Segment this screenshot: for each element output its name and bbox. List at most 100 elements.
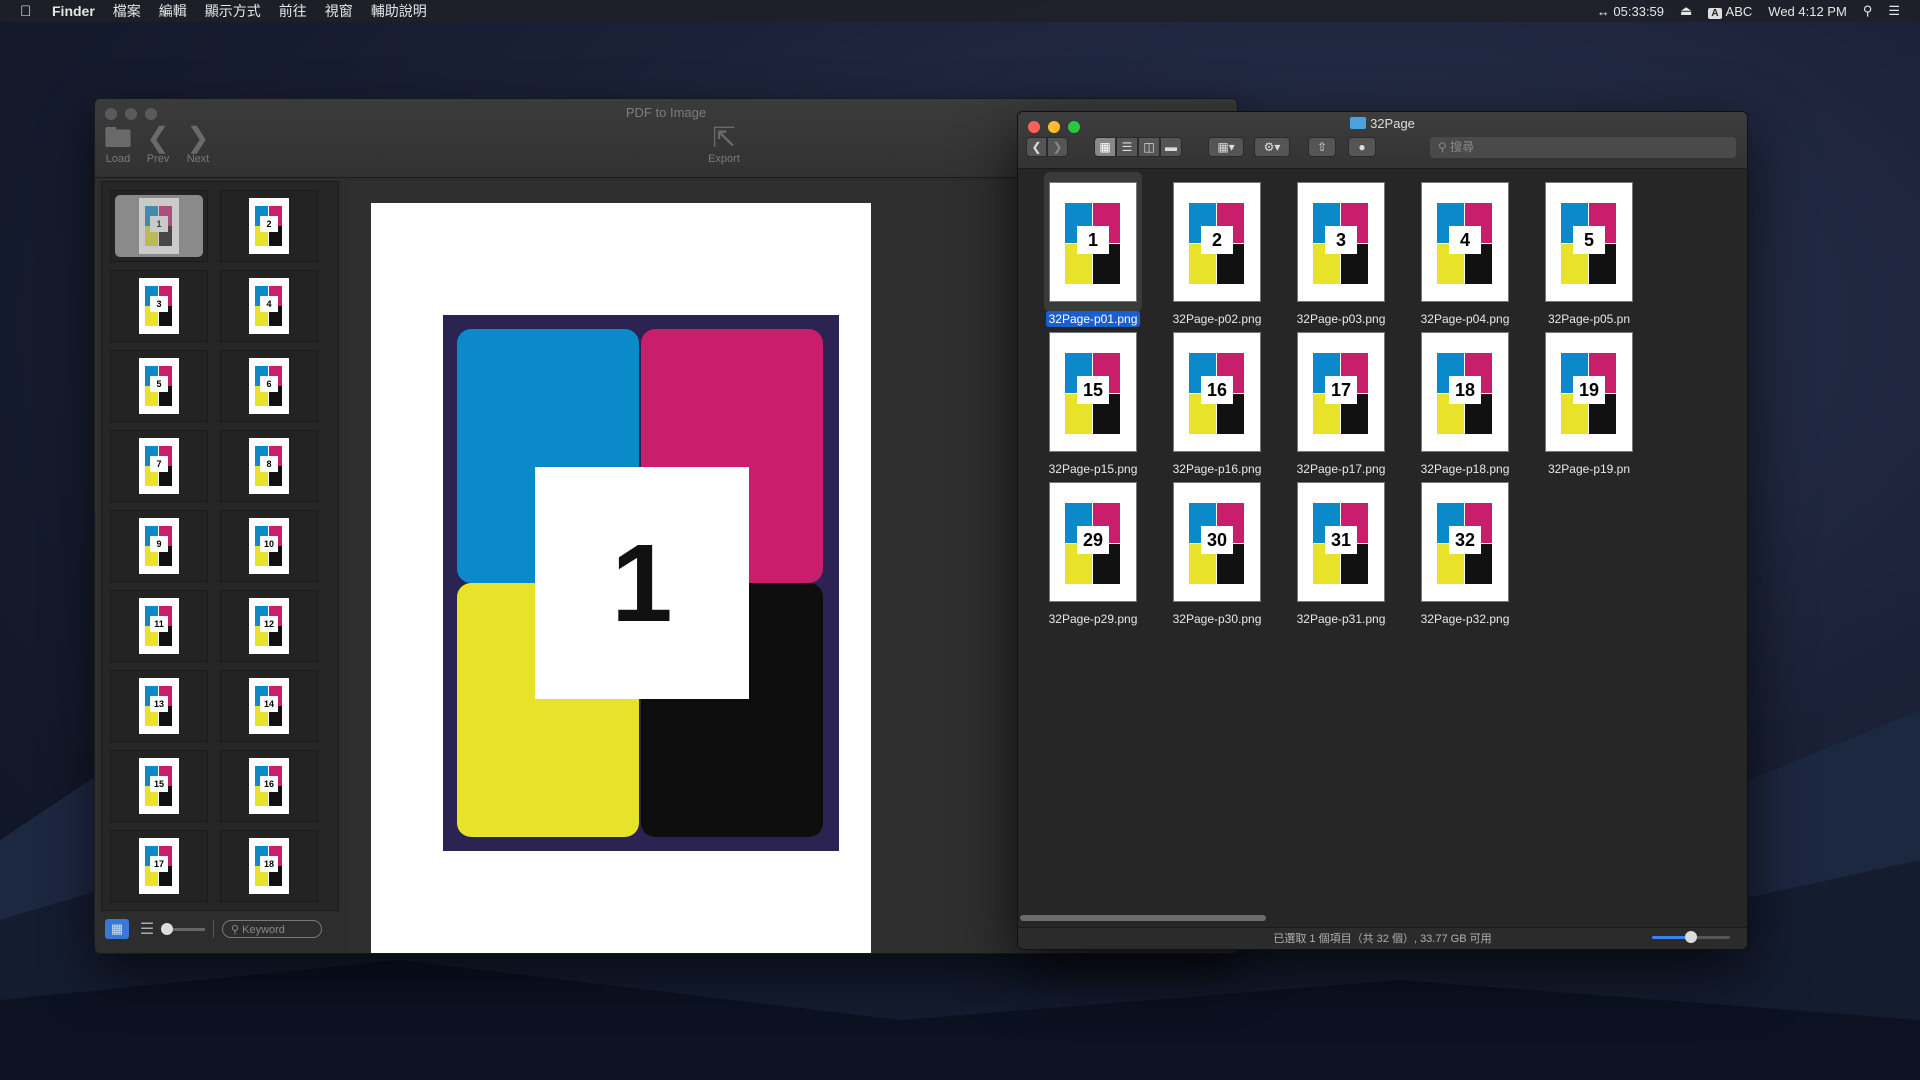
file-thumbnail: 1: [1044, 172, 1142, 312]
file-thumbnail: 15: [1044, 322, 1142, 462]
file-item[interactable]: 19 32Page-p19.pn: [1514, 320, 1664, 476]
list-view-button[interactable]: ☰: [1116, 137, 1138, 157]
file-page-number: 31: [1325, 526, 1357, 554]
file-page-number: 2: [1201, 226, 1233, 254]
file-name-text: 32Page-p19.pn: [1547, 462, 1631, 476]
menu-window[interactable]: 視窗: [325, 1, 353, 21]
menubar-clock[interactable]: Wed 4:12 PM: [1768, 4, 1847, 19]
share-button[interactable]: ⇧: [1308, 137, 1336, 157]
file-item[interactable]: 32 32Page-p32.png: [1390, 470, 1540, 626]
finder-search-field[interactable]: ⚲ 搜尋: [1430, 137, 1736, 158]
icon-grid-icon: ▦: [1099, 140, 1111, 154]
file-item[interactable]: 5 32Page-p05.pn: [1514, 170, 1664, 326]
png-preview-icon: 16: [1173, 332, 1261, 452]
input-source-label: ABC: [1725, 3, 1753, 19]
page-thumbnail-image: 10: [249, 518, 289, 574]
page-preview: 1: [371, 203, 871, 953]
page-thumbnail[interactable]: 7: [110, 430, 208, 502]
png-preview-icon: 31: [1297, 482, 1385, 602]
menu-go[interactable]: 前往: [279, 1, 307, 21]
file-page-number: 15: [1077, 376, 1109, 404]
page-thumbnail[interactable]: 2: [220, 190, 318, 262]
menu-view[interactable]: 顯示方式: [205, 1, 261, 21]
next-button[interactable]: ❯ Next: [175, 123, 221, 166]
eject-icon[interactable]: ⏏: [1680, 3, 1692, 19]
thumbnail-frame: 18: [225, 835, 313, 897]
thumbnail-number: 3: [150, 296, 168, 312]
menu-file[interactable]: 檔案: [113, 1, 141, 21]
png-preview-icon: 5: [1545, 182, 1633, 302]
window-title: 32Page: [1018, 116, 1747, 131]
share-button-wrap: ⇧: [1308, 137, 1336, 157]
gallery-view-button[interactable]: ▬: [1160, 137, 1182, 157]
page-thumbnail[interactable]: 6: [220, 350, 318, 422]
page-thumbnail-image: 3: [139, 278, 179, 334]
page-thumbnail[interactable]: 17: [110, 830, 208, 902]
icon-size-slider[interactable]: [1652, 931, 1730, 943]
keyword-placeholder: Keyword: [242, 924, 285, 936]
page-thumbnail[interactable]: 18: [220, 830, 318, 902]
page-thumbnail[interactable]: 9: [110, 510, 208, 582]
page-thumbnail[interactable]: 8: [220, 430, 318, 502]
png-preview-icon: 1: [1049, 182, 1137, 302]
page-thumbnail[interactable]: 4: [220, 270, 318, 342]
thumbnail-number: 12: [260, 616, 278, 632]
thumbnail-number: 18: [260, 856, 278, 872]
png-preview-icon: 4: [1421, 182, 1509, 302]
finder-icon-grid[interactable]: 1 32Page-p01.png 2 32Page-p02.png 3 32Page-p0…: [1018, 170, 1747, 910]
remote-arrows-icon: ↔: [1596, 3, 1610, 19]
page-thumbnail[interactable]: 14: [220, 670, 318, 742]
page-thumbnail-image: 9: [139, 518, 179, 574]
back-button[interactable]: ❮: [1026, 137, 1047, 157]
group-by-button[interactable]: ▦▾: [1208, 137, 1244, 157]
page-thumbnail[interactable]: 5: [110, 350, 208, 422]
group-button-wrap: ▦▾: [1208, 137, 1244, 157]
menu-edit[interactable]: 編輯: [159, 1, 187, 21]
thumbnail-number: 10: [260, 536, 278, 552]
tag-button-wrap: ●: [1348, 137, 1376, 157]
file-page-number: 3: [1325, 226, 1357, 254]
export-button[interactable]: ⇱ Export: [701, 123, 747, 166]
page-thumbnail[interactable]: 16: [220, 750, 318, 822]
page-thumbnail[interactable]: 1: [110, 190, 208, 262]
png-preview-icon: 3: [1297, 182, 1385, 302]
forward-button[interactable]: ❯: [1047, 137, 1068, 157]
png-preview-icon: 2: [1173, 182, 1261, 302]
grid-view-icon[interactable]: ▦: [105, 919, 129, 939]
file-page-number: 17: [1325, 376, 1357, 404]
input-source-menu[interactable]: A ABC: [1708, 4, 1752, 19]
menu-bar:  Finder 檔案 編輯 顯示方式 前往 視窗 輔助說明 ↔ 05:33:5…: [0, 0, 1920, 22]
timer-status[interactable]: ↔ 05:33:59: [1597, 4, 1664, 19]
icon-view-button[interactable]: ▦: [1094, 137, 1116, 157]
page-thumbnail[interactable]: 12: [220, 590, 318, 662]
thumbnail-sidebar[interactable]: 1 2 3 4 5 6 7 8 9 10 11 12 13 14 15 16 17 18: [101, 181, 339, 911]
file-page-number: 1: [1077, 226, 1109, 254]
thumbnail-frame: 17: [115, 835, 203, 897]
menu-app-finder[interactable]: Finder: [52, 3, 95, 19]
thumbnail-size-slider[interactable]: [161, 922, 205, 935]
slider-knob[interactable]: [1685, 931, 1697, 943]
keyword-search-field[interactable]: ⚲ Keyword: [222, 920, 322, 938]
column-view-button[interactable]: ◫: [1138, 137, 1160, 157]
page-thumbnail-image: 15: [139, 758, 179, 814]
page-thumbnail[interactable]: 15: [110, 750, 208, 822]
slider-knob[interactable]: [161, 922, 173, 935]
page-thumbnail[interactable]: 13: [110, 670, 208, 742]
page-thumbnail[interactable]: 11: [110, 590, 208, 662]
page-frame: 1: [443, 315, 839, 851]
apple-menu-icon[interactable]: : [20, 3, 38, 20]
tags-button[interactable]: ●: [1348, 137, 1376, 157]
notification-center-icon[interactable]: ☰: [1888, 3, 1900, 19]
page-thumbnail-image: 4: [249, 278, 289, 334]
action-menu-button[interactable]: ⚙▾: [1254, 137, 1290, 157]
search-icon: ⚲: [231, 924, 240, 936]
thumbnail-number: 13: [150, 696, 168, 712]
menu-help[interactable]: 輔助說明: [371, 1, 427, 21]
thumbnail-frame: 9: [115, 515, 203, 577]
list-view-icon[interactable]: ☰: [137, 919, 157, 939]
page-thumbnail-image: 11: [139, 598, 179, 654]
page-thumbnail[interactable]: 10: [220, 510, 318, 582]
horizontal-scrollbar[interactable]: [1020, 915, 1266, 921]
page-thumbnail[interactable]: 3: [110, 270, 208, 342]
spotlight-search-icon[interactable]: ⚲: [1863, 3, 1873, 19]
